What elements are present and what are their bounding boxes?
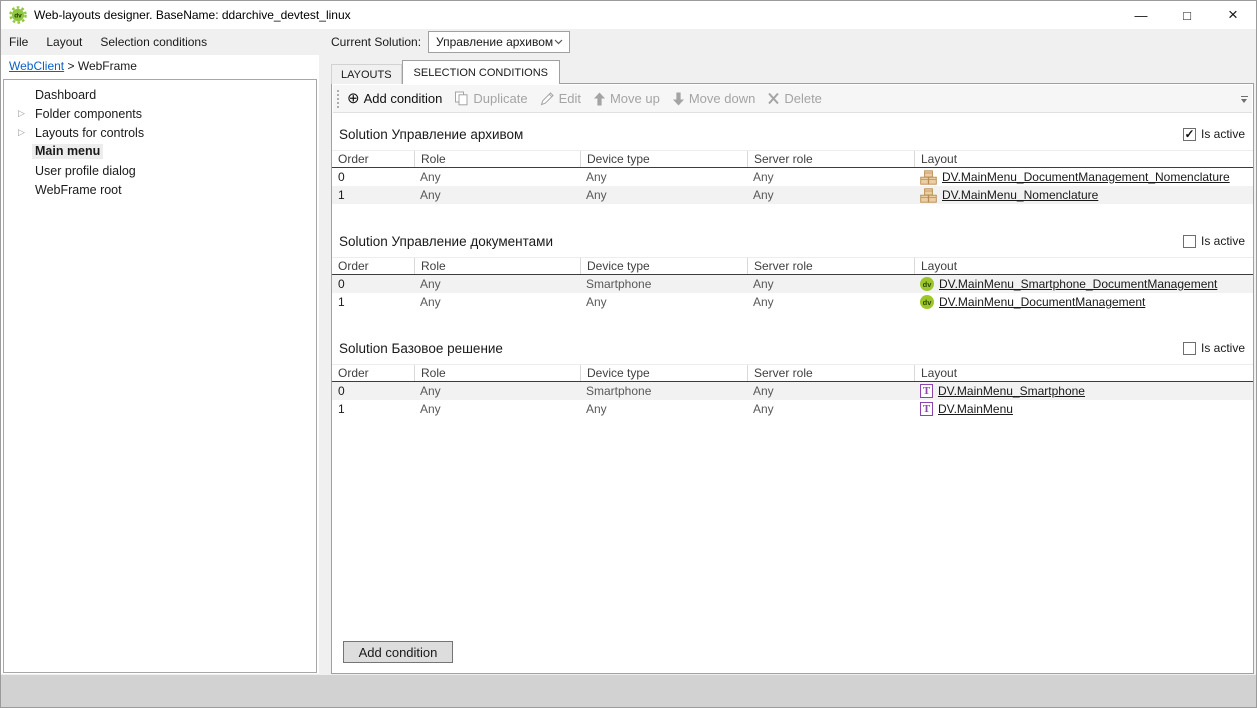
section-upravlenie-arhivom: Solution Управление архивом Is active Or… [332, 122, 1253, 204]
table-row[interactable]: 1 Any Any Any DV.MainMenu_DocumentManage… [332, 293, 1253, 311]
is-active-checkbox[interactable]: Is active [1183, 341, 1245, 355]
purple-t-icon [920, 402, 933, 416]
layout-link[interactable]: DV.MainMenu_DocumentManagement_Nomenclat… [942, 170, 1230, 184]
window-controls: — □ × [1118, 1, 1256, 29]
checkbox-icon[interactable] [1183, 235, 1196, 248]
tree-item-layouts-for-controls[interactable]: ▷ Layouts for controls [4, 123, 316, 142]
add-condition-toolbar-button[interactable]: ⊕ Add condition [347, 91, 442, 106]
copy-icon [454, 91, 469, 106]
breadcrumb: WebClient > WebFrame [1, 55, 319, 79]
status-bar [1, 675, 1256, 707]
expand-arrow-icon[interactable]: ▷ [18, 127, 25, 138]
table-row[interactable]: 1 Any Any Any DV.MainMenu_Nomenclature [332, 186, 1253, 204]
toolbar-overflow-button[interactable] [1238, 88, 1250, 110]
layout-link[interactable]: DV.MainMenu_DocumentManagement [939, 295, 1145, 309]
purple-t-icon [920, 384, 933, 398]
current-solution-group: Current Solution: Управление архивом [331, 29, 570, 55]
menu-layout[interactable]: Layout [37, 29, 91, 55]
expand-arrow-icon[interactable]: ▷ [18, 108, 25, 119]
tree-item-main-menu[interactable]: Main menu [4, 142, 316, 161]
chevron-down-icon [554, 39, 563, 45]
layout-link[interactable]: DV.MainMenu_Smartphone [938, 384, 1085, 398]
edit-button[interactable]: Edit [540, 91, 581, 106]
table-row[interactable]: 0 Any Smartphone Any DV.MainMenu_Smartph… [332, 275, 1253, 293]
section-title: Solution Управление документами [339, 234, 553, 249]
section-bazovoe-reshenie: Solution Базовое решение Is active Order… [332, 336, 1253, 418]
table-row[interactable]: 0 Any Smartphone Any DV.MainMenu_Smartph… [332, 382, 1253, 400]
maximize-button[interactable]: □ [1164, 1, 1210, 29]
table-row[interactable]: 1 Any Any Any DV.MainMenu [332, 400, 1253, 418]
archive-boxes-icon [920, 188, 937, 203]
move-up-button[interactable]: Move up [593, 91, 660, 106]
tab-strip: LAYOUTS SELECTION CONDITIONS [331, 60, 560, 84]
checkbox-icon[interactable] [1183, 342, 1196, 355]
close-button[interactable]: × [1210, 1, 1256, 29]
toolbar-grip-handle[interactable] [337, 90, 342, 108]
is-active-checkbox[interactable]: Is active [1183, 234, 1245, 248]
pencil-icon [540, 91, 555, 106]
table-header: Order Role Device type Server role Layou… [332, 257, 1253, 275]
dv-circle-icon [920, 277, 934, 291]
add-condition-button[interactable]: Add condition [343, 641, 453, 663]
arrow-up-icon [593, 92, 606, 106]
selection-conditions-panel: ⊕ Add condition Duplicate Edit Move up M… [331, 83, 1254, 674]
layout-tree: Dashboard ▷ Folder components ▷ Layouts … [3, 79, 317, 673]
dv-circle-icon [920, 295, 934, 309]
archive-boxes-icon [920, 170, 937, 185]
window-title: Web-layouts designer. BaseName: ddarchiv… [34, 8, 351, 22]
overflow-bar-icon [1241, 96, 1248, 97]
svg-text:dv: dv [14, 12, 22, 19]
table-header: Order Role Device type Server role Layou… [332, 364, 1253, 382]
section-upravlenie-dokumentami: Solution Управление документами Is activ… [332, 229, 1253, 311]
table-header: Order Role Device type Server role Layou… [332, 150, 1253, 168]
table-row[interactable]: 0 Any Any Any DV.MainMenu_DocumentManage… [332, 168, 1253, 186]
move-down-button[interactable]: Move down [672, 91, 755, 106]
breadcrumb-current: WebFrame [78, 59, 137, 73]
current-solution-dropdown[interactable]: Управление архивом [428, 31, 570, 53]
section-title: Solution Управление архивом [339, 127, 523, 142]
is-active-checkbox[interactable]: Is active [1183, 127, 1245, 141]
checkbox-icon[interactable] [1183, 128, 1196, 141]
tree-item-webframe-root[interactable]: WebFrame root [4, 180, 316, 199]
sidebar: WebClient > WebFrame Dashboard ▷ Folder … [1, 55, 319, 674]
overflow-arrow-icon [1241, 99, 1247, 103]
duplicate-button[interactable]: Duplicate [454, 91, 527, 106]
tab-layouts[interactable]: LAYOUTS [331, 64, 402, 84]
app-gear-icon: dv [9, 6, 27, 24]
current-solution-label: Current Solution: [331, 35, 421, 49]
menu-file[interactable]: File [1, 29, 37, 55]
tab-selection-conditions[interactable]: SELECTION CONDITIONS [402, 60, 560, 84]
delete-button[interactable]: Delete [767, 91, 822, 106]
title-bar: dv Web-layouts designer. BaseName: ddarc… [1, 1, 1256, 29]
tree-item-folder-components[interactable]: ▷ Folder components [4, 104, 316, 123]
breadcrumb-separator: > [67, 59, 74, 73]
app-window: { "window": { "title": "Web-layouts desi… [0, 0, 1257, 708]
conditions-toolbar: ⊕ Add condition Duplicate Edit Move up M… [333, 85, 1252, 113]
current-solution-value: Управление архивом [436, 35, 554, 49]
section-title: Solution Базовое решение [339, 341, 503, 356]
add-circle-icon: ⊕ [347, 92, 360, 106]
minimize-button[interactable]: — [1118, 1, 1164, 29]
solution-sections: Solution Управление архивом Is active Or… [332, 113, 1253, 418]
layout-link[interactable]: DV.MainMenu_Smartphone_DocumentManagemen… [939, 277, 1217, 291]
breadcrumb-webclient-link[interactable]: WebClient [9, 59, 64, 73]
tree-item-user-profile-dialog[interactable]: User profile dialog [4, 161, 316, 180]
tree-item-dashboard[interactable]: Dashboard [4, 85, 316, 104]
menu-selection-conditions[interactable]: Selection conditions [91, 29, 216, 55]
menu-bar: File Layout Selection conditions Current… [1, 29, 1256, 55]
x-delete-icon [767, 92, 780, 105]
arrow-down-icon [672, 92, 685, 106]
layout-link[interactable]: DV.MainMenu_Nomenclature [942, 188, 1098, 202]
layout-link[interactable]: DV.MainMenu [938, 402, 1013, 416]
